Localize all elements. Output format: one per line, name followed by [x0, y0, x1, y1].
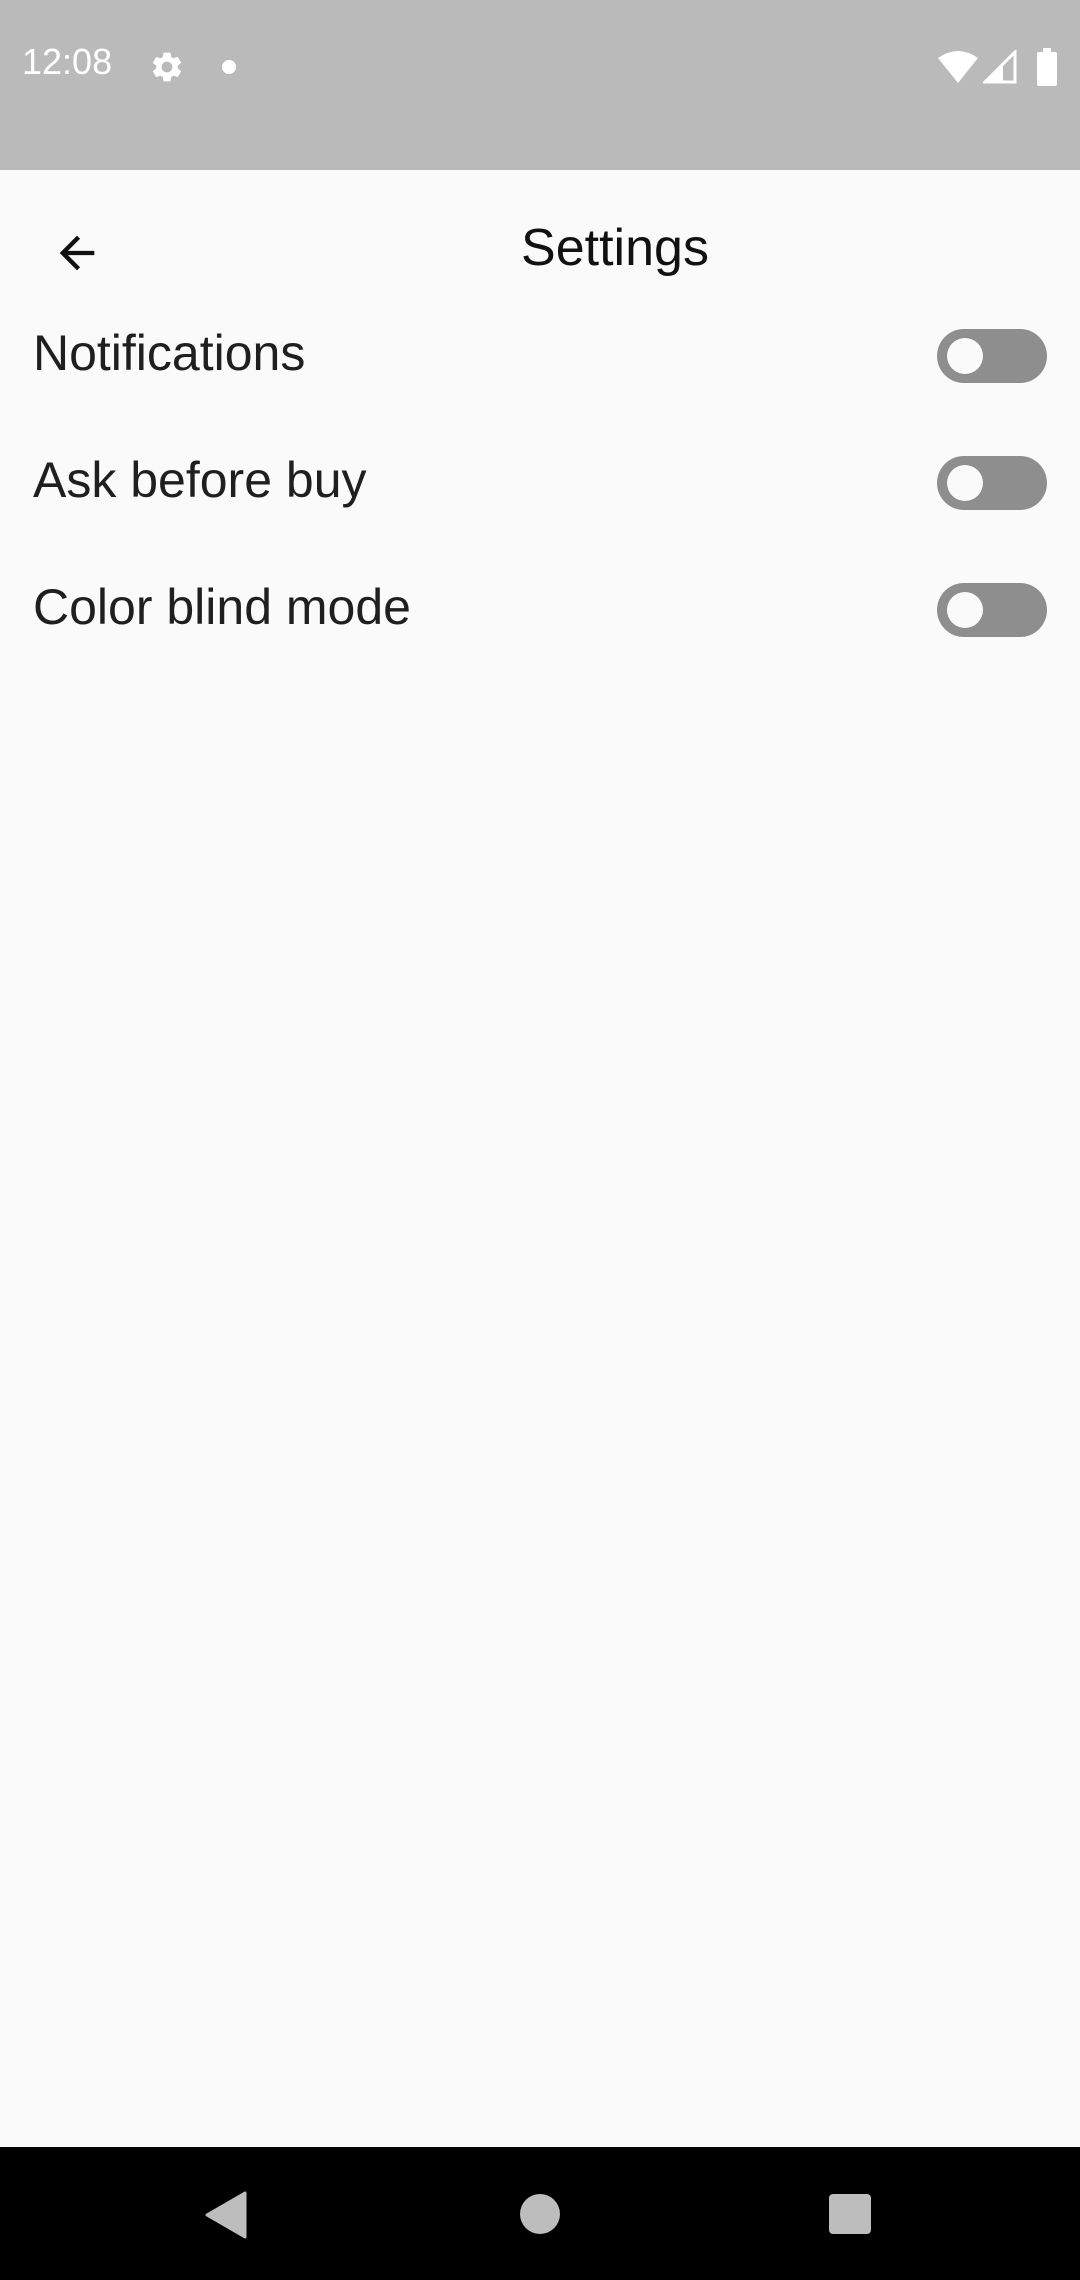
wifi-icon	[938, 50, 978, 84]
ask-before-buy-toggle[interactable]	[937, 456, 1047, 510]
status-bar: 12:08	[0, 0, 1080, 170]
setting-row-ask-before-buy: Ask before buy	[0, 420, 1080, 547]
color-blind-mode-toggle[interactable]	[937, 583, 1047, 637]
status-time: 12:08	[22, 41, 113, 82]
system-nav-bar	[0, 2147, 1080, 2280]
cell-signal-icon	[981, 48, 1017, 84]
recents-square-icon[interactable]	[829, 2194, 871, 2234]
arrow-left-icon	[51, 227, 103, 284]
setting-label: Notifications	[33, 325, 306, 381]
notifications-toggle[interactable]	[937, 329, 1047, 383]
page-title: Settings	[521, 219, 709, 277]
settings-list: Notifications Ask before buy Color blind…	[0, 293, 1080, 674]
setting-row-notifications: Notifications	[0, 293, 1080, 420]
home-circle-icon[interactable]	[520, 2194, 560, 2234]
setting-row-color-blind-mode: Color blind mode	[0, 547, 1080, 674]
back-button[interactable]	[32, 210, 122, 300]
settings-gear-icon	[149, 49, 185, 85]
back-triangle-icon[interactable]	[205, 2191, 247, 2239]
notification-dot-icon	[222, 60, 236, 74]
toggle-knob	[947, 592, 983, 628]
toggle-knob	[947, 338, 983, 374]
setting-label: Color blind mode	[33, 579, 411, 635]
battery-icon	[1036, 48, 1058, 86]
toggle-knob	[947, 465, 983, 501]
setting-label: Ask before buy	[33, 452, 367, 508]
